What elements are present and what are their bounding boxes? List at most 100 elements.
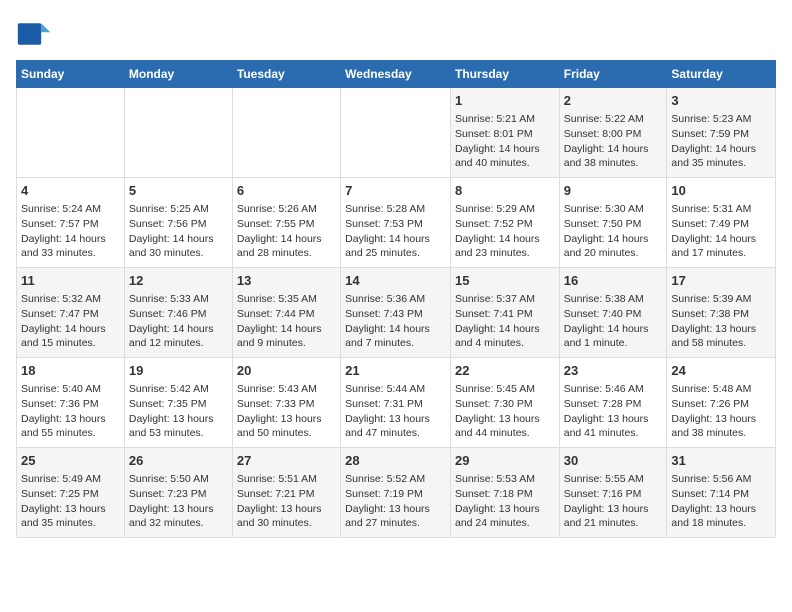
day-content: Sunrise: 5:33 AM Sunset: 7:46 PM Dayligh… [129,292,228,351]
page-header [16,16,776,52]
day-number: 14 [345,272,446,290]
calendar-cell: 8 Sunrise: 5:29 AM Sunset: 7:52 PM Daylig… [450,178,559,268]
calendar-cell: 27Sunrise: 5:51 AM Sunset: 7:21 PM Dayli… [232,448,340,538]
day-content: Sunrise: 5:28 AM Sunset: 7:53 PM Dayligh… [345,202,446,261]
calendar-cell: 14 Sunrise: 5:36 AM Sunset: 7:43 PM Dayli… [341,268,451,358]
day-content: Sunrise: 5:30 AM Sunset: 7:50 PM Dayligh… [564,202,663,261]
day-content: Sunrise: 5:24 AM Sunset: 7:57 PM Dayligh… [21,202,120,261]
day-number: 23 [564,362,663,380]
calendar-table: SundayMondayTuesdayWednesdayThursdayFrid… [16,60,776,538]
day-content: Sunrise: 5:22 AM Sunset: 8:00 PM Dayligh… [564,112,663,171]
calendar-cell: 13 Sunrise: 5:35 AM Sunset: 7:44 PM Dayli… [232,268,340,358]
calendar-cell: 16 Sunrise: 5:38 AM Sunset: 7:40 PM Dayli… [559,268,667,358]
calendar-cell: 4 Sunrise: 5:24 AM Sunset: 7:57 PM Daylig… [17,178,125,268]
calendar-cell: 12 Sunrise: 5:33 AM Sunset: 7:46 PM Dayli… [124,268,232,358]
calendar-week-row: 4 Sunrise: 5:24 AM Sunset: 7:57 PM Daylig… [17,178,776,268]
day-number: 26 [129,452,228,470]
day-number: 16 [564,272,663,290]
day-content: Sunrise: 5:38 AM Sunset: 7:40 PM Dayligh… [564,292,663,351]
calendar-cell: 10Sunrise: 5:31 AM Sunset: 7:49 PM Dayli… [667,178,776,268]
day-number: 31 [671,452,771,470]
day-number: 28 [345,452,446,470]
day-number: 6 [237,182,336,200]
calendar-cell [232,88,340,178]
day-content: Sunrise: 5:39 AM Sunset: 7:38 PM Dayligh… [671,292,771,351]
day-content: Sunrise: 5:42 AM Sunset: 7:35 PM Dayligh… [129,382,228,441]
day-number: 30 [564,452,663,470]
day-number: 13 [237,272,336,290]
day-content: Sunrise: 5:36 AM Sunset: 7:43 PM Dayligh… [345,292,446,351]
day-content: Sunrise: 5:50 AM Sunset: 7:23 PM Dayligh… [129,472,228,531]
day-number: 18 [21,362,120,380]
calendar-cell: 2 Sunrise: 5:22 AM Sunset: 8:00 PM Daylig… [559,88,667,178]
day-number: 1 [455,92,555,110]
day-content: Sunrise: 5:26 AM Sunset: 7:55 PM Dayligh… [237,202,336,261]
logo-icon [16,16,52,52]
day-content: Sunrise: 5:46 AM Sunset: 7:28 PM Dayligh… [564,382,663,441]
header-saturday: Saturday [667,61,776,88]
day-content: Sunrise: 5:49 AM Sunset: 7:25 PM Dayligh… [21,472,120,531]
day-number: 25 [21,452,120,470]
day-content: Sunrise: 5:43 AM Sunset: 7:33 PM Dayligh… [237,382,336,441]
day-number: 15 [455,272,555,290]
day-number: 21 [345,362,446,380]
calendar-cell: 23 Sunrise: 5:46 AM Sunset: 7:28 PM Dayli… [559,358,667,448]
calendar-cell: 6 Sunrise: 5:26 AM Sunset: 7:55 PM Daylig… [232,178,340,268]
calendar-header-row: SundayMondayTuesdayWednesdayThursdayFrid… [17,61,776,88]
day-content: Sunrise: 5:52 AM Sunset: 7:19 PM Dayligh… [345,472,446,531]
calendar-cell: 5Sunrise: 5:25 AM Sunset: 7:56 PM Daylig… [124,178,232,268]
calendar-week-row: 11 Sunrise: 5:32 AM Sunset: 7:47 PM Dayli… [17,268,776,358]
day-number: 4 [21,182,120,200]
calendar-cell [341,88,451,178]
day-number: 11 [21,272,120,290]
day-number: 3 [671,92,771,110]
calendar-cell: 28 Sunrise: 5:52 AM Sunset: 7:19 PM Dayli… [341,448,451,538]
day-content: Sunrise: 5:21 AM Sunset: 8:01 PM Dayligh… [455,112,555,171]
calendar-cell: 18 Sunrise: 5:40 AM Sunset: 7:36 PM Dayli… [17,358,125,448]
day-number: 7 [345,182,446,200]
calendar-cell [17,88,125,178]
day-content: Sunrise: 5:23 AM Sunset: 7:59 PM Dayligh… [671,112,771,171]
day-number: 22 [455,362,555,380]
calendar-cell: 17 Sunrise: 5:39 AM Sunset: 7:38 PM Dayli… [667,268,776,358]
day-content: Sunrise: 5:35 AM Sunset: 7:44 PM Dayligh… [237,292,336,351]
calendar-cell: 7 Sunrise: 5:28 AM Sunset: 7:53 PM Daylig… [341,178,451,268]
day-number: 17 [671,272,771,290]
day-content: Sunrise: 5:45 AM Sunset: 7:30 PM Dayligh… [455,382,555,441]
header-tuesday: Tuesday [232,61,340,88]
calendar-cell: 1 Sunrise: 5:21 AM Sunset: 8:01 PM Daylig… [450,88,559,178]
day-content: Sunrise: 5:37 AM Sunset: 7:41 PM Dayligh… [455,292,555,351]
day-content: Sunrise: 5:44 AM Sunset: 7:31 PM Dayligh… [345,382,446,441]
day-number: 29 [455,452,555,470]
day-content: Sunrise: 5:40 AM Sunset: 7:36 PM Dayligh… [21,382,120,441]
day-number: 20 [237,362,336,380]
logo [16,16,56,52]
day-content: Sunrise: 5:55 AM Sunset: 7:16 PM Dayligh… [564,472,663,531]
day-content: Sunrise: 5:29 AM Sunset: 7:52 PM Dayligh… [455,202,555,261]
header-friday: Friday [559,61,667,88]
day-number: 8 [455,182,555,200]
day-number: 2 [564,92,663,110]
day-number: 24 [671,362,771,380]
day-content: Sunrise: 5:56 AM Sunset: 7:14 PM Dayligh… [671,472,771,531]
day-number: 9 [564,182,663,200]
calendar-cell: 9 Sunrise: 5:30 AM Sunset: 7:50 PM Daylig… [559,178,667,268]
header-wednesday: Wednesday [341,61,451,88]
day-content: Sunrise: 5:32 AM Sunset: 7:47 PM Dayligh… [21,292,120,351]
header-monday: Monday [124,61,232,88]
calendar-cell: 25 Sunrise: 5:49 AM Sunset: 7:25 PM Dayli… [17,448,125,538]
header-sunday: Sunday [17,61,125,88]
day-content: Sunrise: 5:51 AM Sunset: 7:21 PM Dayligh… [237,472,336,531]
day-number: 12 [129,272,228,290]
calendar-cell: 21 Sunrise: 5:44 AM Sunset: 7:31 PM Dayli… [341,358,451,448]
day-number: 19 [129,362,228,380]
calendar-cell: 26 Sunrise: 5:50 AM Sunset: 7:23 PM Dayli… [124,448,232,538]
day-content: Sunrise: 5:53 AM Sunset: 7:18 PM Dayligh… [455,472,555,531]
calendar-week-row: 1 Sunrise: 5:21 AM Sunset: 8:01 PM Daylig… [17,88,776,178]
calendar-cell: 15 Sunrise: 5:37 AM Sunset: 7:41 PM Dayli… [450,268,559,358]
day-content: Sunrise: 5:48 AM Sunset: 7:26 PM Dayligh… [671,382,771,441]
calendar-cell: 22 Sunrise: 5:45 AM Sunset: 7:30 PM Dayli… [450,358,559,448]
calendar-cell: 31 Sunrise: 5:56 AM Sunset: 7:14 PM Dayli… [667,448,776,538]
calendar-cell [124,88,232,178]
calendar-cell: 3 Sunrise: 5:23 AM Sunset: 7:59 PM Daylig… [667,88,776,178]
